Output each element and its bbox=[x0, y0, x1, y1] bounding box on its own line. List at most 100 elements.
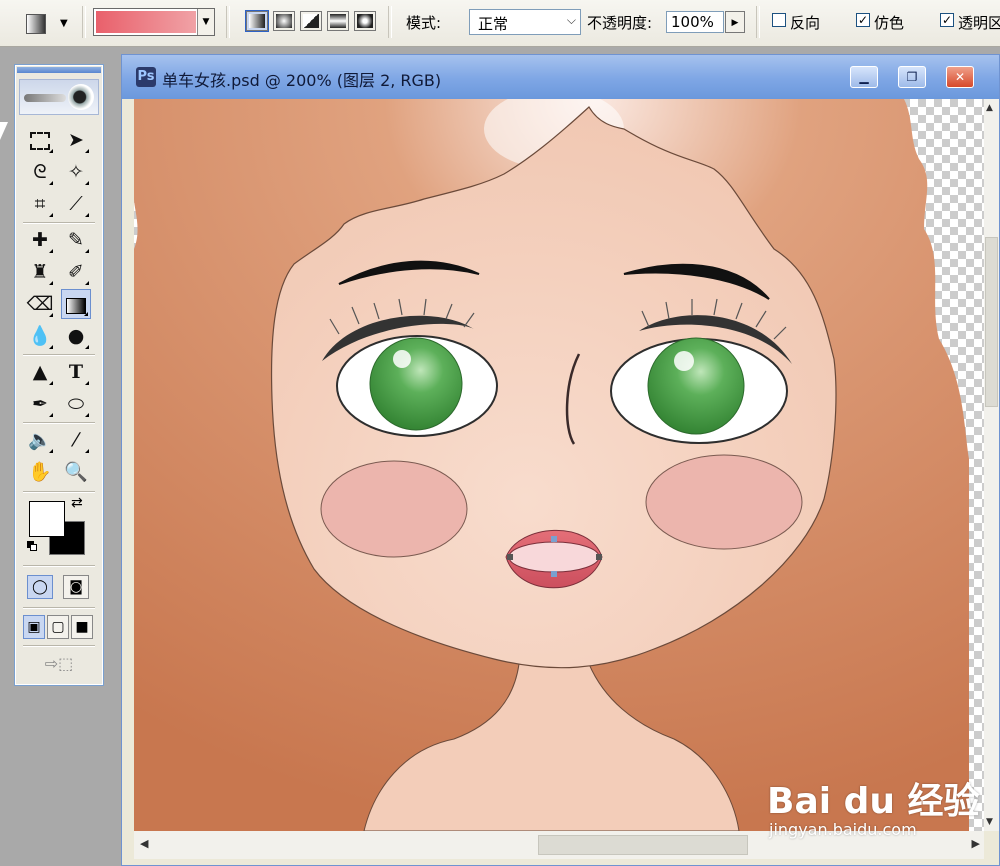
default-colors-icon[interactable] bbox=[27, 541, 37, 551]
dither-checkbox[interactable]: ✓ bbox=[856, 13, 870, 27]
linear-gradient-button[interactable] bbox=[245, 10, 269, 32]
document-titlebar[interactable]: Ps 单车女孩.psd @ 200% (图层 2, RGB) ▁ ❐ ✕ bbox=[122, 55, 999, 99]
toolbox-titlebar[interactable] bbox=[17, 67, 101, 73]
healing-brush-tool-icon[interactable]: ✚ bbox=[25, 225, 55, 255]
divider bbox=[756, 6, 760, 38]
dodge-tool-icon[interactable]: ● bbox=[61, 321, 91, 351]
divider bbox=[82, 6, 86, 38]
scroll-left-icon[interactable]: ◀ bbox=[140, 837, 148, 850]
ps-doc-icon: Ps bbox=[136, 67, 156, 87]
eyedropper-tool-icon[interactable]: ⁄ bbox=[61, 425, 91, 455]
transparency-label: 透明区 bbox=[958, 14, 1000, 32]
gradient-picker[interactable]: ▼ bbox=[93, 8, 215, 36]
photoshop-logo[interactable] bbox=[19, 79, 99, 115]
zoom-tool-icon[interactable]: 🔍 bbox=[61, 457, 91, 487]
gradient-swatch bbox=[96, 11, 196, 33]
eye-icon bbox=[68, 84, 94, 110]
standard-screen-mode-button[interactable]: ▣ bbox=[23, 615, 45, 639]
divider bbox=[23, 565, 95, 567]
history-brush-tool-icon[interactable]: ✐ bbox=[61, 257, 91, 287]
foreground-color-swatch[interactable] bbox=[29, 501, 65, 537]
image-canvas[interactable] bbox=[134, 99, 984, 831]
tool-preset-picker[interactable]: ▼ bbox=[20, 8, 78, 38]
crop-tool-icon[interactable]: ⌗ bbox=[25, 189, 55, 219]
pen-tool-icon[interactable]: ✒ bbox=[25, 389, 55, 419]
mode-label: 模式: bbox=[406, 14, 442, 32]
diamond-gradient-button[interactable] bbox=[354, 11, 376, 31]
brush-tool-icon[interactable]: ✎ bbox=[61, 225, 91, 255]
horizontal-scroll-thumb[interactable] bbox=[538, 835, 748, 855]
slice-tool-icon[interactable]: ⟋ bbox=[61, 189, 91, 219]
right-eye-highlight bbox=[674, 351, 694, 371]
document-window: Ps 单车女孩.psd @ 200% (图层 2, RGB) ▁ ❐ ✕ ▲ ▼… bbox=[121, 54, 1000, 866]
reverse-checkbox[interactable] bbox=[772, 13, 786, 27]
left-iris bbox=[369, 337, 463, 431]
hand-tool-icon[interactable]: ✋ bbox=[25, 457, 55, 487]
radial-gradient-button[interactable] bbox=[273, 11, 295, 31]
watermark-url: jingyan.baidu.com bbox=[769, 820, 917, 839]
transparency-checkbox[interactable]: ✓ bbox=[940, 13, 954, 27]
divider bbox=[388, 6, 392, 38]
mode-value: 正常 bbox=[478, 15, 509, 33]
path-anchor bbox=[507, 554, 513, 560]
mouse-cursor-icon bbox=[0, 122, 8, 140]
notes-tool-icon[interactable]: 🔈 bbox=[25, 425, 55, 455]
marquee-tool-icon[interactable] bbox=[25, 125, 55, 155]
angle-gradient-button[interactable] bbox=[300, 11, 322, 31]
right-iris bbox=[647, 337, 745, 435]
divider bbox=[23, 645, 95, 647]
minimize-button[interactable]: ▁ bbox=[850, 66, 878, 88]
scroll-up-icon[interactable]: ▲ bbox=[986, 103, 993, 113]
full-screen-menu-mode-button[interactable]: ▢ bbox=[47, 615, 69, 639]
right-cheek bbox=[645, 454, 803, 550]
options-bar: ▼ ▼ 模式: 正常 ⌵ 不透明度: 100% ▶ 反向 ✓ 仿色 ✓ 透明区 bbox=[0, 0, 1000, 47]
magic-wand-tool-icon[interactable]: ✧ bbox=[61, 157, 91, 187]
path-selection-tool-icon[interactable]: ▲ bbox=[25, 357, 55, 387]
path-anchor bbox=[596, 554, 602, 560]
divider bbox=[23, 222, 95, 224]
divider bbox=[23, 422, 95, 424]
left-eye-highlight bbox=[393, 350, 411, 368]
gradient-tool-icon[interactable] bbox=[61, 289, 91, 319]
opacity-slider-toggle[interactable]: ▶ bbox=[725, 11, 745, 33]
watermark-brand: Bai du 经验 bbox=[767, 781, 980, 822]
divider bbox=[23, 491, 95, 493]
lasso-tool-icon[interactable]: ᘓ bbox=[25, 157, 55, 187]
eraser-tool-icon[interactable]: ⌫ bbox=[25, 289, 55, 319]
blur-tool-icon[interactable]: 💧 bbox=[25, 321, 55, 351]
opacity-input[interactable]: 100% bbox=[666, 11, 724, 33]
opacity-label: 不透明度: bbox=[587, 14, 653, 32]
reflected-gradient-button[interactable] bbox=[327, 11, 349, 31]
vertical-scroll-thumb[interactable] bbox=[985, 237, 998, 407]
chevron-down-icon: ▼ bbox=[60, 18, 68, 29]
type-tool-icon[interactable]: T bbox=[61, 357, 91, 387]
reverse-label: 反向 bbox=[790, 14, 821, 32]
lips-highlight bbox=[508, 541, 600, 573]
gradient-tool-icon bbox=[26, 14, 46, 34]
clone-stamp-tool-icon[interactable]: ♜ bbox=[25, 257, 55, 287]
full-screen-mode-button[interactable]: ■ bbox=[71, 615, 93, 639]
jump-to-imageready-icon[interactable]: ⇨⬚ bbox=[29, 649, 89, 679]
toolbox-panel: ➤ ᘓ ✧ ⌗ ⟋ ✚ ✎ ♜ ✐ ⌫ 💧 ● ▲ T ✒ ⬭ 🔈 ⁄ ✋ 🔍 … bbox=[14, 64, 104, 686]
quick-mask-mode-button[interactable]: ◙ bbox=[63, 575, 89, 599]
opacity-value: 100% bbox=[671, 13, 714, 31]
path-anchor bbox=[551, 536, 557, 542]
scroll-down-icon[interactable]: ▼ bbox=[986, 817, 993, 827]
vertical-scrollbar[interactable]: ▲ ▼ bbox=[984, 99, 999, 831]
path-anchor bbox=[551, 571, 557, 577]
move-tool-icon[interactable]: ➤ bbox=[61, 125, 91, 155]
chevron-down-icon[interactable]: ▼ bbox=[197, 9, 214, 35]
feather-icon bbox=[24, 94, 66, 102]
left-cheek bbox=[320, 460, 468, 558]
swap-colors-icon[interactable]: ⇄ bbox=[71, 495, 83, 511]
document-title: 单车女孩.psd @ 200% (图层 2, RGB) bbox=[162, 71, 442, 90]
ellipse-tool-icon[interactable]: ⬭ bbox=[61, 389, 91, 419]
restore-button[interactable]: ❐ bbox=[898, 66, 926, 88]
divider bbox=[226, 6, 230, 38]
divider bbox=[23, 607, 95, 609]
baidu-watermark: Bai du 经验 jingyan.baidu.com bbox=[767, 754, 987, 844]
close-button[interactable]: ✕ bbox=[946, 66, 974, 88]
mode-select[interactable]: 正常 ⌵ bbox=[469, 9, 581, 35]
divider bbox=[23, 354, 95, 356]
standard-mode-button[interactable]: ◯ bbox=[27, 575, 53, 599]
